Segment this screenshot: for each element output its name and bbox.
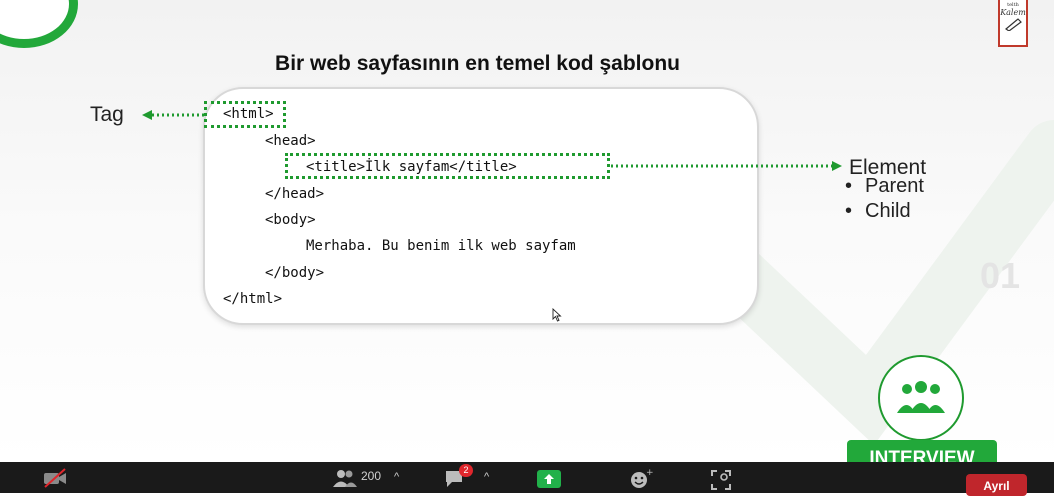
bullet-dot-icon: • [845,175,853,197]
interview-label: INTERVIEW [847,440,997,462]
presentation-slide: 01 telth Kalem Bir web sayfasının en tem… [0,0,1054,462]
share-screen-icon[interactable] [537,470,561,488]
chat-unread-badge: 2 [459,464,473,477]
reactions-icon[interactable]: + [629,468,653,490]
participants-chevron-up-icon[interactable]: ^ [394,471,399,483]
participants-count: 200 [361,469,382,483]
bullet-parent: • Parent [845,175,924,198]
mouse-cursor-icon [552,308,562,322]
bullet-child-text: Child [865,200,911,222]
chat-chevron-up-icon[interactable]: ^ [484,471,489,483]
bullet-child: • Child [845,200,911,223]
bullet-dot-icon: • [845,200,853,222]
tag-arrowhead-icon [142,110,152,120]
participants-icon[interactable] [332,468,358,488]
tag-label: Tag [90,103,124,126]
meeting-toolbar: 200 ^ 2 ^ + [0,462,1054,493]
element-arrowhead-icon [832,161,842,171]
svg-text:+: + [646,468,653,478]
bullet-parent-text: Parent [865,175,924,197]
group-people-icon [897,381,945,413]
interview-circle [878,355,964,441]
video-off-icon[interactable] [42,468,68,488]
apps-icon[interactable] [711,470,731,490]
